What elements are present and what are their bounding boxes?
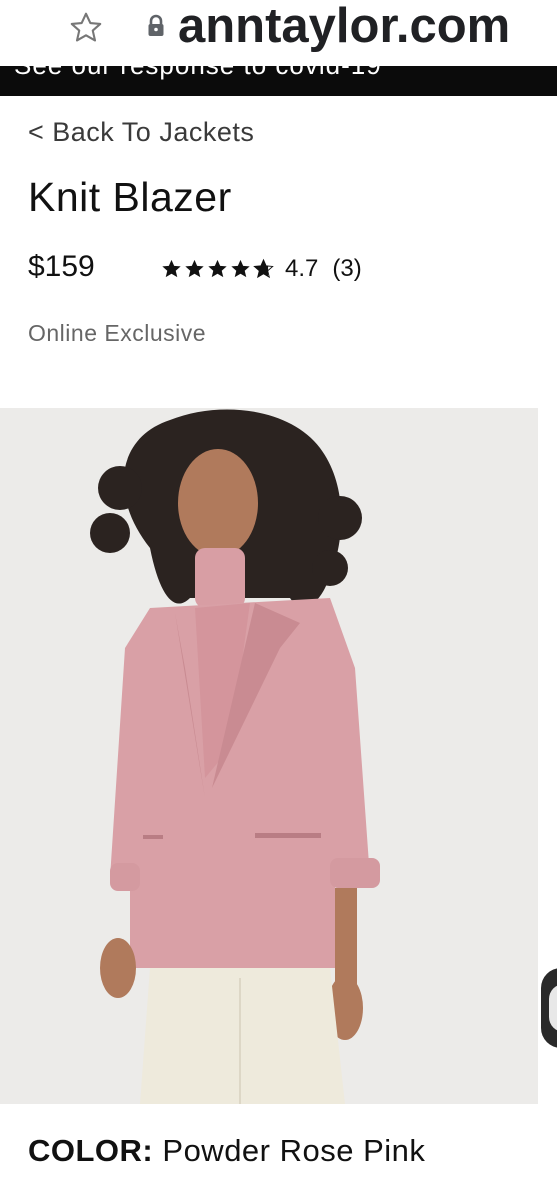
product-title: Knit Blazer [28, 174, 232, 220]
star-partial-icon [253, 258, 274, 279]
url-domain[interactable]: anntaylor.com [178, 0, 510, 54]
star-full-icon [208, 259, 227, 278]
browser-address-bar: anntaylor.com [0, 0, 557, 66]
color-label: COLOR: [28, 1133, 154, 1168]
star-icon [70, 12, 102, 42]
rating-stars [160, 258, 275, 280]
banner-text: See our response to covid-19 [14, 66, 382, 81]
star-full-icon [231, 259, 250, 278]
product-price: $159 [28, 250, 95, 283]
product-rating[interactable]: 4.7 (3) [160, 255, 362, 283]
selected-color: COLOR: Powder Rose Pink [28, 1133, 425, 1169]
product-photo [0, 408, 538, 1104]
covid-banner[interactable]: See our response to covid-19 [0, 66, 557, 96]
star-full-icon [162, 259, 181, 278]
back-to-jackets-link[interactable]: < Back To Jackets [28, 117, 254, 148]
floating-chat-button[interactable] [541, 968, 557, 1048]
lock-icon [148, 14, 164, 36]
rating-value: 4.7 [285, 255, 319, 282]
product-image[interactable] [0, 408, 538, 1104]
online-exclusive-badge: Online Exclusive [28, 320, 207, 346]
color-value: Powder Rose Pink [162, 1133, 426, 1168]
bookmark-star-button[interactable] [66, 8, 106, 48]
review-count[interactable]: (3) [332, 255, 361, 283]
star-full-icon [185, 259, 204, 278]
